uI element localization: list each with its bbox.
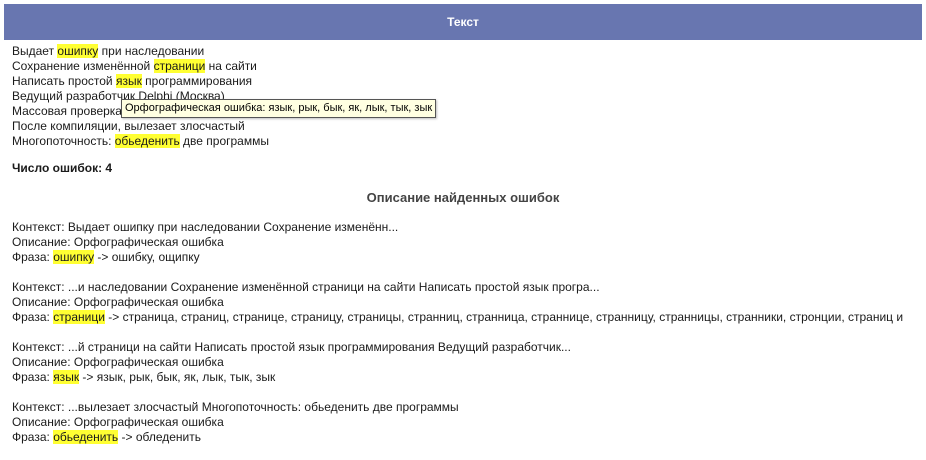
error-word: ошипку xyxy=(53,250,95,264)
error-word: обьеденить xyxy=(53,430,119,444)
section-title: Описание найденных ошибок xyxy=(366,190,560,205)
error-context: Контекст: ...вылезает злосчастый Многопо… xyxy=(12,400,459,414)
error-description: Описание: Орфографическая ошибка xyxy=(12,235,224,249)
error-entry: Контекст: Выдает ошипку при наследовании… xyxy=(12,220,922,265)
error-suggestions: -> язык, рык, бык, як, лык, тык, зык xyxy=(79,370,276,384)
error-phrase: Фраза: обьеденить -> обледенить xyxy=(12,430,922,445)
text-after: программирования xyxy=(141,74,253,88)
error-description: Описание: Орфографическая ошибка xyxy=(12,355,224,369)
phrase-label: Фраза: xyxy=(12,430,54,444)
error-entry: Контекст: ...й страници на сайти Написат… xyxy=(12,340,922,385)
error-suggestions: -> страница, страниц, странице, страницу… xyxy=(104,310,904,324)
phrase-label: Фраза: xyxy=(12,310,54,324)
header-title: Текст xyxy=(447,15,479,29)
text-before: Сохранение изменённой xyxy=(12,59,154,73)
error-phrase: Фраза: язык -> язык, рык, бык, як, лык, … xyxy=(12,370,922,385)
error-tooltip: Орфографическая ошибка: язык, рык, бык, … xyxy=(121,99,437,118)
text-before: Массовая проверка xyxy=(12,104,122,118)
text-after: две программы xyxy=(179,134,269,148)
checked-text: Выдает ошипку при наследовании Сохранени… xyxy=(12,44,912,149)
text-line: Выдает ошипку при наследовании xyxy=(12,44,912,59)
error-word: страници xyxy=(53,310,105,324)
error-description: Описание: Орфографическая ошибка xyxy=(12,415,224,429)
text-before: Выдает xyxy=(12,44,58,58)
error-phrase: Фраза: страници -> страница, страниц, ст… xyxy=(12,310,922,325)
header-bar: Текст xyxy=(4,4,922,40)
phrase-label: Фраза: xyxy=(12,250,54,264)
error-highlight[interactable]: язык xyxy=(115,74,142,88)
error-phrase: Фраза: ошипку -> ошибку, ощипку xyxy=(12,250,922,265)
text-before: Написать простой xyxy=(12,74,116,88)
error-highlight[interactable]: ошипку xyxy=(57,44,99,58)
phrase-label: Фраза: xyxy=(12,370,54,384)
error-word: язык xyxy=(53,370,80,384)
error-context: Контекст: ...и наследовании Сохранение и… xyxy=(12,280,600,294)
text-line: Сохранение изменённой страници на сайти xyxy=(12,59,912,74)
error-context: Контекст: ...й страници на сайти Написат… xyxy=(12,340,571,354)
text-after: на сайти xyxy=(205,59,257,73)
text-line: После компиляции, вылезает злосчастый xyxy=(12,119,912,134)
error-suggestions: -> обледенить xyxy=(118,430,202,444)
error-context: Контекст: Выдает ошипку при наследовании… xyxy=(12,220,399,234)
error-suggestions: -> ошибку, ощипку xyxy=(94,250,200,264)
text-line: Написать простой язык программирования xyxy=(12,74,912,89)
error-list: Контекст: Выдает ошипку при наследовании… xyxy=(12,220,922,460)
error-count: Число ошибок: 4 xyxy=(12,161,113,175)
error-entry: Контекст: ...и наследовании Сохранение и… xyxy=(12,280,922,325)
text-after: при наследовании xyxy=(98,44,205,58)
text-line: Многопоточность: обьеденить две программ… xyxy=(12,134,912,149)
text-before: После компиляции, вылезает злосчастый xyxy=(12,119,245,133)
error-highlight[interactable]: страници xyxy=(153,59,206,73)
error-highlight[interactable]: обьеденить xyxy=(114,134,180,148)
text-before: Многопоточность: xyxy=(12,134,115,148)
error-description: Описание: Орфографическая ошибка xyxy=(12,295,224,309)
error-entry: Контекст: ...вылезает злосчастый Многопо… xyxy=(12,400,922,445)
